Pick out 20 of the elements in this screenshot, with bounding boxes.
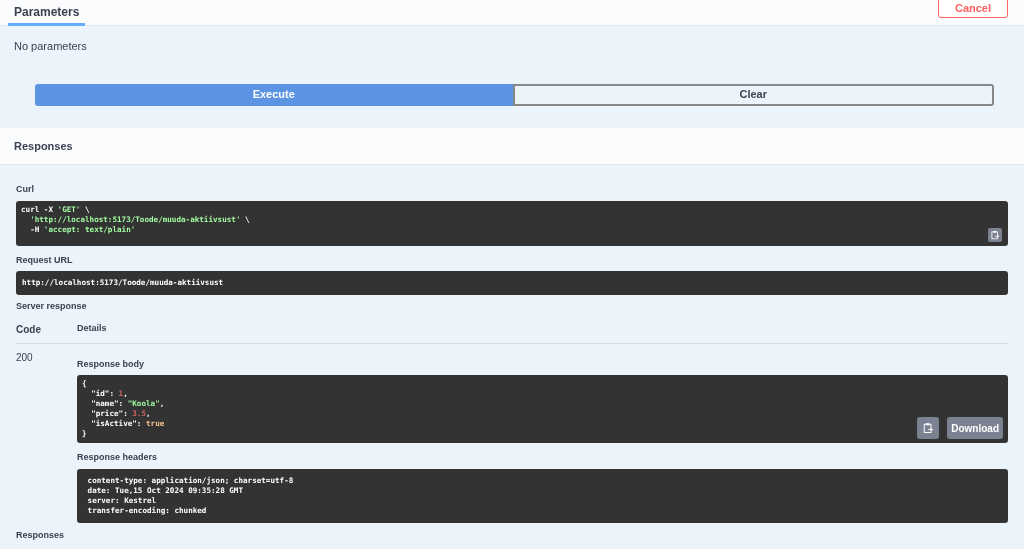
column-header: Code <box>16 322 42 337</box>
download-button[interactable]: Download <box>947 417 1003 439</box>
clipboard-icon <box>990 229 1000 240</box>
status-code: 200 <box>16 350 34 365</box>
clear-button[interactable]: Clear <box>512 83 994 106</box>
curl-label: Curl <box>16 183 35 196</box>
copy-button[interactable] <box>917 417 940 439</box>
column-header: Details <box>77 322 107 336</box>
execute-button[interactable]: Execute <box>35 83 513 106</box>
request-url-label: Request URL <box>16 253 74 267</box>
section-heading: Responses <box>16 528 66 542</box>
parameters-note: No parameters <box>14 39 88 54</box>
clipboard-icon <box>922 422 935 434</box>
server-response-label: Server response <box>16 300 88 313</box>
cancel-button[interactable]: Cancel <box>938 0 1008 18</box>
response-headers-label: Response headers <box>77 451 159 464</box>
tab[interactable]: Parameters <box>8 0 86 26</box>
section-heading: Responses <box>0 128 1024 165</box>
response-body-label: Response body <box>77 357 145 371</box>
copy-button[interactable] <box>988 227 1002 242</box>
